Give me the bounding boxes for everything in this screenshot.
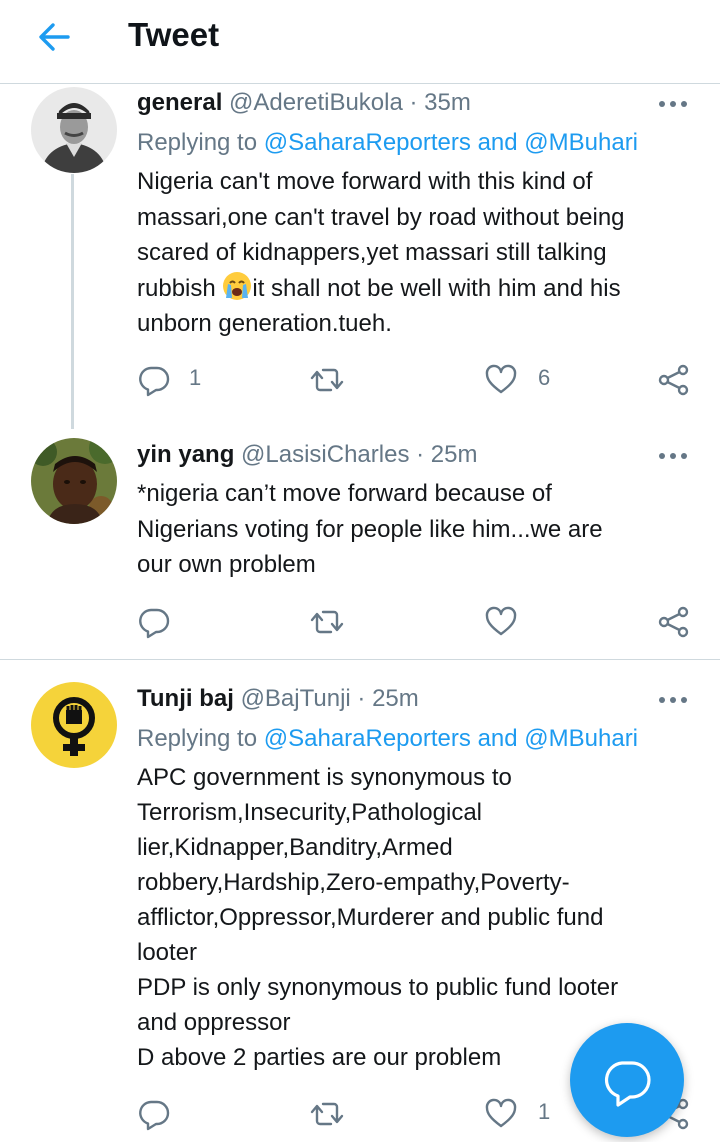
tweet-header: yin yang @LasisiCharles · 25m [137,441,477,469]
display-name[interactable]: yin yang [137,441,234,468]
text-segment: rubbish [137,274,216,302]
like-icon[interactable] [484,605,518,639]
text-line: massari,one can't travel by road without… [137,203,625,231]
tweet-header: general @AderetiBukola · 35m [137,89,471,117]
replying-to: Replying to @SaharaReporters and @MBuhar… [137,725,638,753]
reply-icon[interactable] [137,605,171,639]
mention-link[interactable]: @SaharaReporters [264,129,471,156]
text-line: unborn generation.tueh. [137,310,392,337]
text-line: robbery,Hardship,Zero-empathy,Poverty- [137,869,570,896]
tweet-header: Tunji baj @BajTunji · 25m [137,685,419,713]
avatar[interactable] [31,87,117,173]
timestamp[interactable]: · 25m [416,441,477,468]
reply-action[interactable]: 1 [137,363,217,397]
replying-to-label: Replying to [137,129,258,156]
mention-link[interactable]: @SaharaReporters [264,725,471,752]
replying-to: Replying to @SaharaReporters and @MBuhar… [137,129,638,157]
display-name[interactable]: general [137,89,222,116]
user-handle[interactable]: @BajTunji [241,685,351,712]
compose-reply-icon [604,1061,651,1107]
text-line: PDP is only synonymous to public fund lo… [137,974,619,1001]
text-line: Terrorism,Insecurity,Pathological [137,799,483,826]
retweet-icon[interactable] [309,605,345,639]
text-line: Nigerians voting for people like him...w… [137,515,603,543]
like-count: 1 [538,1099,551,1124]
avatar[interactable] [31,438,117,524]
tweet[interactable]: yin yang @LasisiCharles · 25m *nigeria c… [0,436,720,658]
tweet[interactable]: general @AderetiBukola · 35m Replying to… [0,84,720,424]
text-line: *nigeria can’t move forward because of [137,480,552,507]
text-line: scared of kidnappers,yet massari still t… [137,239,607,266]
more-dots-icon[interactable] [657,446,691,466]
user-handle[interactable]: @LasisiCharles [241,441,409,468]
reply-icon[interactable] [137,1097,171,1131]
text-line: looter [137,939,198,966]
reply-count: 1 [189,365,202,390]
replying-to-label: Replying to [137,725,258,752]
top-bar: Tweet [0,0,720,84]
avatar[interactable] [31,682,117,768]
mention-link[interactable]: @MBuhari [524,129,638,156]
retweet-icon[interactable] [309,363,345,397]
text-line-with-emoji: rubbish it shall not be well with him an… [137,271,697,307]
share-icon[interactable] [657,363,691,397]
text-line: APC government is synonymous to [137,764,512,791]
text-segment: it shall not be well with him and his [252,274,621,302]
text-line: our own problem [137,551,316,578]
back-arrow-icon[interactable] [34,20,74,54]
page-title: Tweet [128,16,220,53]
compose-reply-button[interactable] [570,1023,684,1137]
timestamp[interactable]: · 35m [410,89,471,116]
timestamp[interactable]: · 25m [357,685,418,712]
retweet-icon[interactable] [309,1097,345,1131]
text-line: lier,Kidnapper,Banditry,Armed [137,834,453,861]
more-dots-icon[interactable] [657,94,691,114]
share-icon[interactable] [657,605,691,639]
like-action[interactable]: 1 [484,1097,564,1131]
divider [0,659,720,660]
crying-face-emoji-icon [222,271,252,301]
tweet-text: *nigeria can’t move forward because of N… [137,476,697,583]
like-action[interactable]: 6 [484,363,564,397]
user-handle[interactable]: @AderetiBukola [229,89,403,116]
mention-link[interactable]: @MBuhari [524,725,638,752]
tweet-text: Nigeria can't move forward with this kin… [137,164,697,342]
display-name[interactable]: Tunji baj [137,685,234,712]
text-line: afflictor,Oppressor,Murderer and public … [137,904,604,931]
replying-and: and [477,129,518,156]
more-dots-icon[interactable] [657,690,691,710]
like-count: 6 [538,365,551,390]
replying-and: and [477,725,518,752]
text-line: Nigeria can't move forward with this kin… [137,168,593,195]
